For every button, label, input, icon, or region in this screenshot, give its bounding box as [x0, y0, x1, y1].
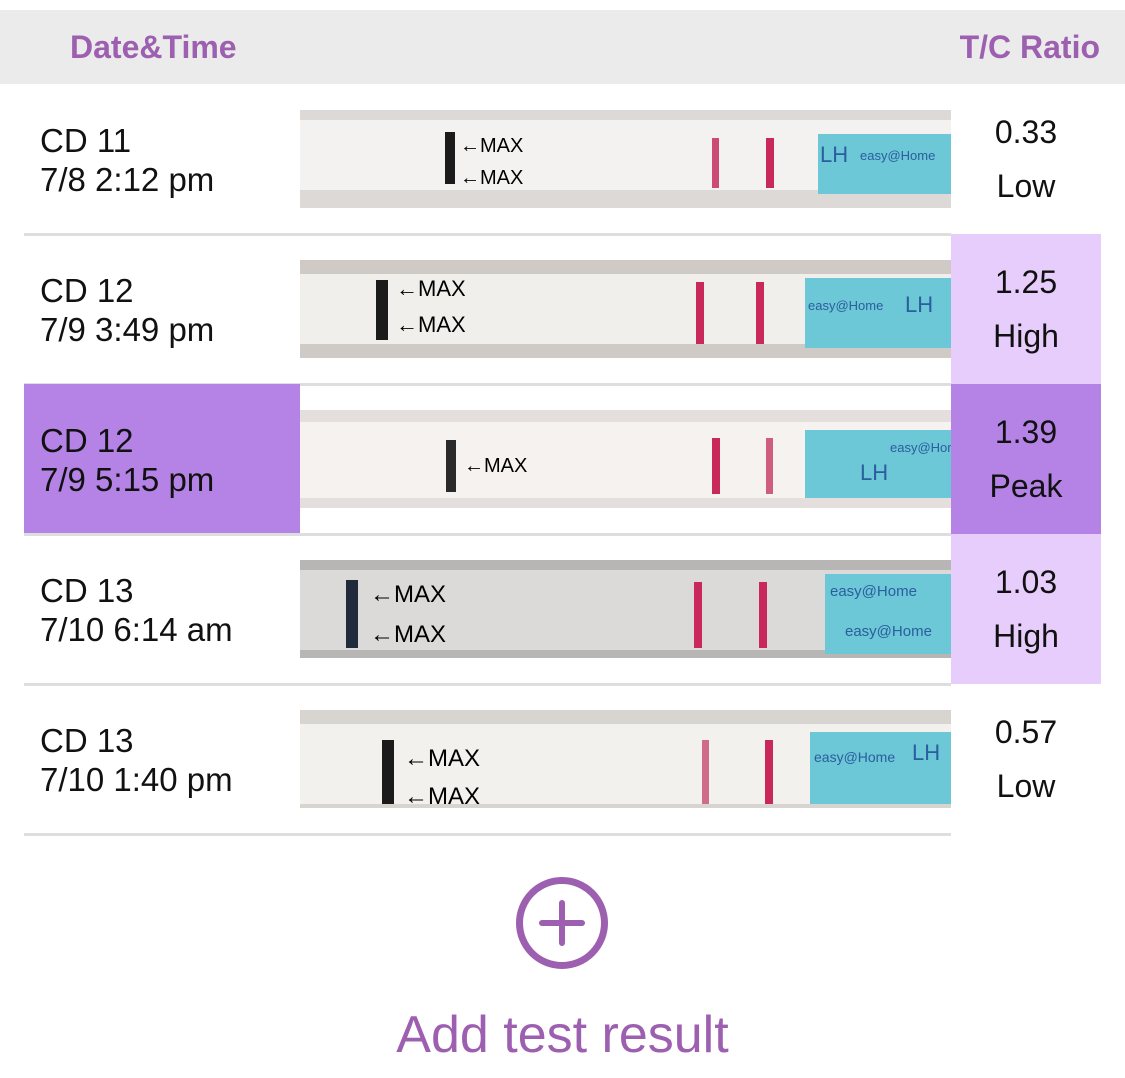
max-label: ←MAX: [404, 783, 480, 808]
ratio-level: Low: [996, 168, 1056, 204]
lh-label: LH: [860, 460, 888, 485]
cycle-day: CD 13: [40, 572, 134, 609]
cycle-day: CD 11: [40, 122, 132, 159]
ratio-cell: 0.33 Low: [951, 84, 1101, 234]
date-cell[interactable]: CD 12 7/9 5:15 pm: [24, 384, 300, 534]
ratio-level: High: [993, 318, 1059, 354]
date-cell[interactable]: CD 12 7/9 3:49 pm: [24, 234, 300, 384]
max-label: ←MAX: [460, 167, 523, 189]
date-cell[interactable]: CD 13 7/10 1:40 pm: [24, 684, 300, 834]
lh-label: LH: [820, 142, 848, 167]
lh-label: LH: [905, 292, 933, 317]
max-label: ←MAX: [370, 581, 446, 608]
test-datetime: 7/9 5:15 pm: [40, 461, 215, 498]
ratio-value: 0.57: [994, 714, 1058, 750]
add-test-result-button[interactable]: [516, 877, 608, 969]
test-strip-image[interactable]: ←MAX ←MAX easy@Home LH: [300, 710, 951, 808]
max-label: ←MAX: [404, 745, 480, 772]
table-header: Date&Time T/C Ratio: [0, 10, 1125, 84]
ratio-cell: 1.25 High: [951, 234, 1101, 384]
test-datetime: 7/10 6:14 am: [40, 611, 233, 648]
ratio-value: 0.33: [994, 114, 1058, 150]
brand-label: easy@Home: [830, 583, 917, 600]
test-strip-image[interactable]: ←MAX LH easy@Home: [300, 410, 951, 508]
date-time-header: Date&Time: [70, 29, 237, 65]
ratio-cell: 0.57 Low: [951, 684, 1101, 834]
test-datetime: 7/9 3:49 pm: [40, 311, 215, 348]
test-strip-image[interactable]: ←MAX ←MAX easy@Home LH: [300, 260, 951, 358]
cycle-day: CD 13: [40, 722, 134, 759]
ratio-cell: 1.39 Peak: [951, 384, 1101, 534]
max-label: ←MAX: [464, 455, 527, 477]
plus-icon-horizontal: [539, 920, 585, 926]
brand-label: easy@Home: [808, 298, 883, 313]
ratio-value: 1.25: [994, 264, 1058, 300]
tc-ratio-header: T/C Ratio: [959, 29, 1100, 65]
test-strip-image[interactable]: ←MAX ←MAX easy@Home easy@Home: [300, 560, 951, 658]
brand-label: easy@Home: [814, 749, 895, 765]
cycle-day: CD 12: [40, 422, 134, 459]
ratio-value: 1.03: [994, 564, 1058, 600]
brand-label: easy@Home: [845, 623, 932, 640]
max-label: ←MAX: [396, 312, 466, 337]
lh-label: LH: [912, 740, 940, 765]
ratio-level: Peak: [989, 468, 1063, 504]
brand-label: easy@Home: [860, 148, 935, 163]
ratio-value: 1.39: [994, 414, 1058, 450]
table-row[interactable]: CD 12 7/9 3:49 pm ←MAX ←MAX easy@Home LH…: [24, 234, 1101, 386]
max-label: ←MAX: [370, 621, 446, 648]
max-label: ←MAX: [396, 276, 466, 301]
max-label: ←MAX: [460, 135, 523, 157]
table-row[interactable]: CD 13 7/10 1:40 pm ←MAX ←MAX easy@Home L…: [24, 684, 1101, 836]
table-row[interactable]: CD 11 7/8 2:12 pm ←MAX ←MAX LH easy@Home…: [24, 84, 1101, 236]
brand-label: easy@Home: [890, 440, 951, 455]
table-row[interactable]: CD 12 7/9 5:15 pm ←MAX LH easy@Home 1.39…: [24, 384, 1101, 536]
cycle-day: CD 12: [40, 272, 134, 309]
ratio-level: High: [993, 618, 1059, 654]
table-row[interactable]: CD 13 7/10 6:14 am ←MAX ←MAX easy@Home e…: [24, 534, 1101, 686]
test-datetime: 7/10 1:40 pm: [40, 761, 233, 798]
test-strip-image[interactable]: ←MAX ←MAX LH easy@Home: [300, 110, 951, 208]
ratio-level: Low: [996, 768, 1056, 804]
row-divider: [24, 833, 951, 836]
date-cell[interactable]: CD 13 7/10 6:14 am: [24, 534, 300, 684]
ratio-cell: 1.03 High: [951, 534, 1101, 684]
date-cell[interactable]: CD 11 7/8 2:12 pm: [24, 84, 300, 234]
test-datetime: 7/8 2:12 pm: [40, 161, 215, 198]
add-test-result-label[interactable]: Add test result: [0, 1005, 1125, 1065]
